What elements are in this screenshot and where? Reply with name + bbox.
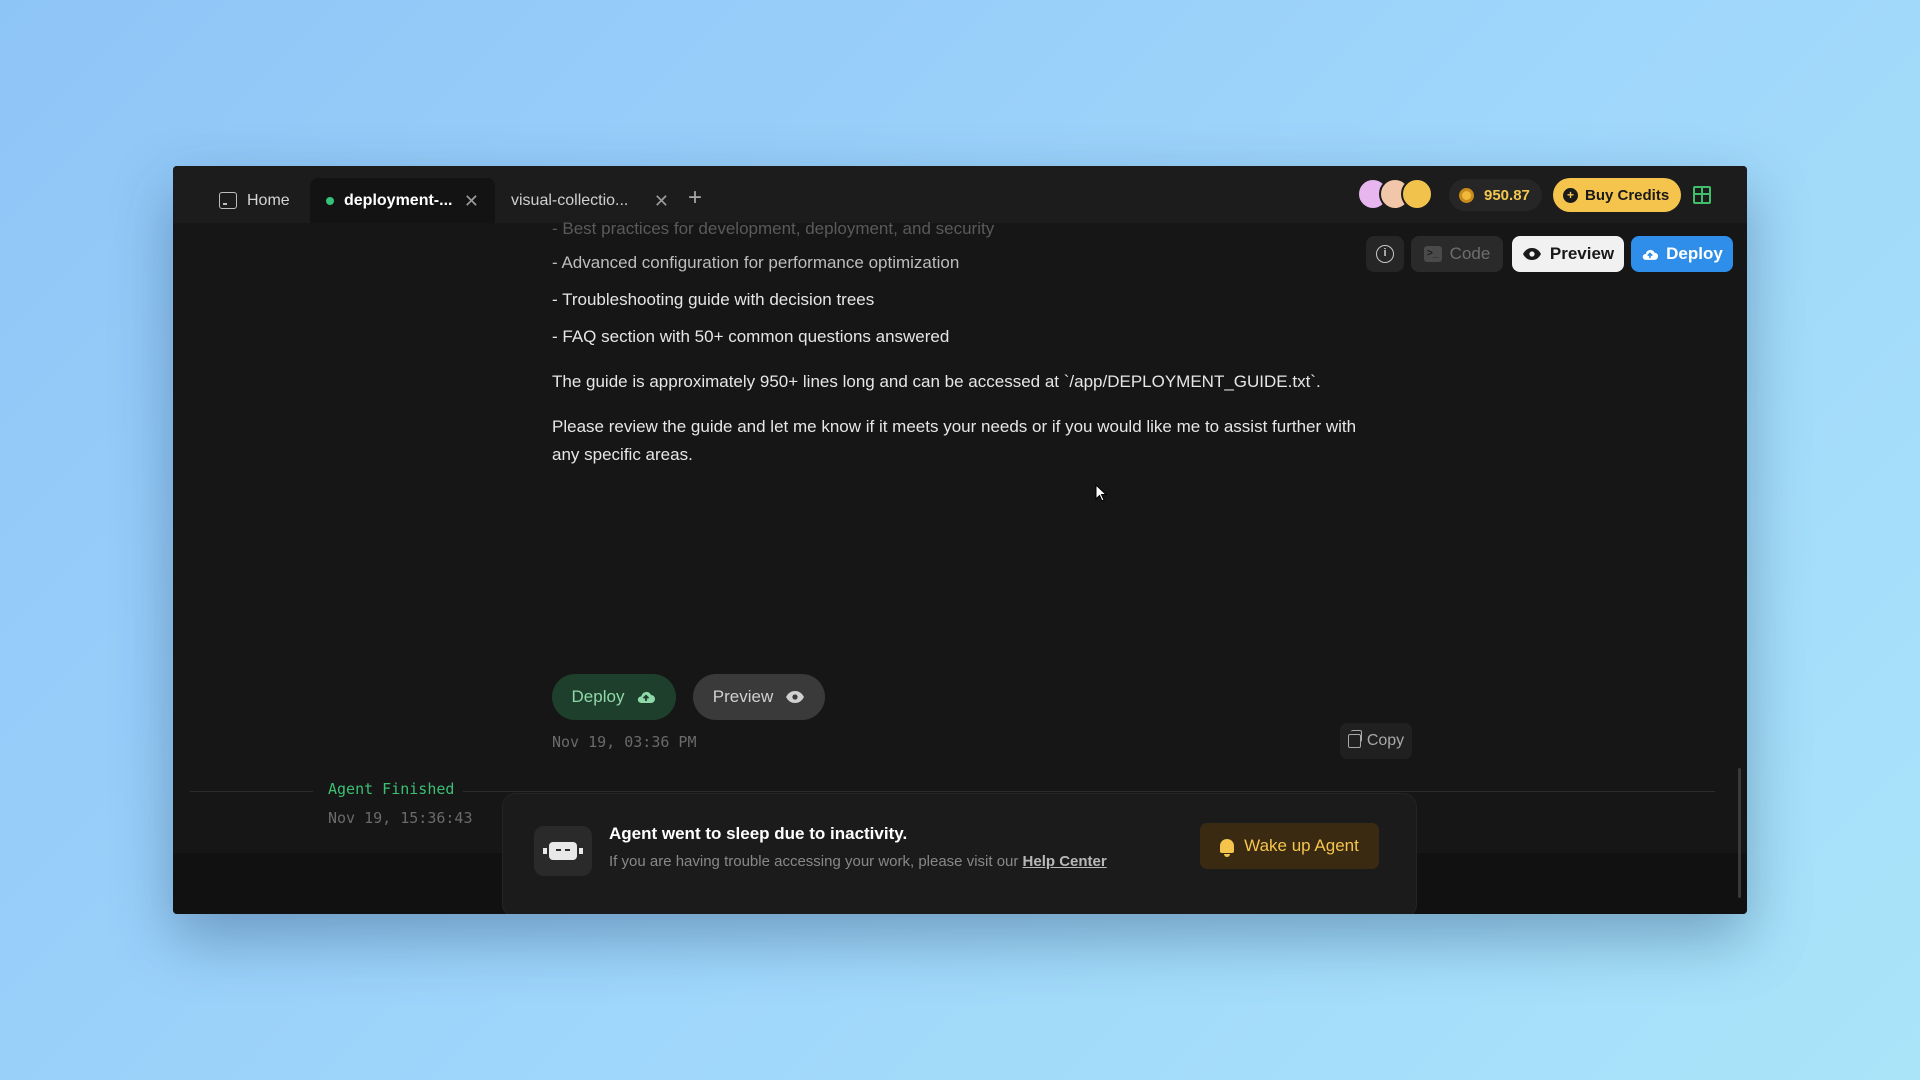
sleep-subtitle-text: If you are having trouble accessing your… [609, 853, 1019, 870]
message-paragraph: any specific areas. [552, 445, 693, 464]
tab-home[interactable]: Home [203, 178, 306, 223]
code-button[interactable]: >_ Code [1411, 236, 1503, 272]
coin-icon [1459, 187, 1474, 203]
terminal-icon: >_ [1423, 246, 1442, 262]
close-icon[interactable]: ✕ [464, 192, 479, 210]
app-window: Home deployment-... ✕ visual-collectio..… [173, 166, 1747, 914]
credits-balance[interactable]: 950.87 [1449, 179, 1542, 211]
message-bullet: - Troubleshooting guide with decision tr… [552, 290, 875, 309]
help-center-link[interactable]: Help Center [1023, 853, 1107, 870]
tab-home-label: Home [247, 191, 290, 209]
eye-icon [786, 691, 805, 703]
copy-button[interactable]: Copy [1340, 723, 1412, 759]
cloud-upload-icon [638, 691, 656, 703]
toolbar-deploy-label: Deploy [1666, 244, 1723, 263]
message-paragraph: The guide is approximately 950+ lines lo… [552, 372, 1321, 391]
copy-icon [1347, 730, 1362, 748]
sleep-banner: Agent went to sleep due to inactivity. I… [502, 793, 1417, 914]
scrollbar-thumb[interactable] [1738, 768, 1741, 898]
preview-button-label: Preview [712, 687, 774, 706]
cloud-upload-icon [1642, 249, 1659, 260]
message-paragraph: Please review the guide and let me know … [552, 417, 1357, 436]
close-icon[interactable]: ✕ [654, 192, 669, 210]
deploy-button[interactable]: Deploy [552, 674, 676, 720]
tab-deployment-label: deployment-... [344, 191, 453, 209]
avatar [1401, 178, 1433, 210]
info-button[interactable]: i [1366, 236, 1404, 272]
active-status-dot [326, 196, 334, 205]
copy-label: Copy [1366, 732, 1405, 749]
new-tab-button[interactable]: + [688, 186, 702, 210]
bell-icon [1220, 839, 1235, 857]
spreadsheet-icon[interactable] [1693, 186, 1711, 204]
toolbar-preview-button[interactable]: Preview [1512, 236, 1624, 272]
wake-up-agent-button[interactable]: Wake up Agent [1200, 823, 1379, 869]
home-icon [219, 192, 237, 209]
message-bullet: - Advanced configuration for performance… [552, 253, 960, 272]
eye-icon [1522, 248, 1541, 260]
message-timestamp: Nov 19, 03:36 PM [552, 733, 697, 751]
code-button-label: Code [1449, 244, 1491, 263]
mouse-cursor-icon [1095, 484, 1107, 502]
info-icon: i [1376, 245, 1394, 263]
message-bullet: - FAQ section with 50+ common questions … [552, 327, 950, 346]
deploy-button-label: Deploy [571, 687, 625, 706]
sleep-title: Agent went to sleep due to inactivity. [609, 824, 908, 843]
message-line-faded: - Best practices for development, deploy… [552, 219, 995, 238]
robot-icon [534, 826, 592, 876]
agent-status: Agent Finished [328, 780, 455, 798]
credits-value: 950.87 [1484, 186, 1530, 204]
tab-visual-collection-label: visual-collectio... [511, 191, 629, 209]
toolbar-deploy-button[interactable]: Deploy [1631, 236, 1733, 272]
collaborator-avatars[interactable] [1357, 178, 1441, 212]
wake-up-agent-label: Wake up Agent [1244, 836, 1359, 855]
toolbar-preview-label: Preview [1549, 244, 1615, 263]
sleep-subtitle: If you are having trouble accessing your… [609, 853, 1107, 870]
preview-button[interactable]: Preview [693, 674, 825, 720]
buy-credits-button[interactable]: + Buy Credits [1553, 178, 1682, 212]
agent-timestamp: Nov 19, 15:36:43 [328, 809, 473, 827]
buy-credits-label: Buy Credits [1585, 186, 1670, 204]
tab-deployment[interactable]: deployment-... ✕ [310, 178, 495, 223]
plus-circle-icon: + [1563, 187, 1578, 203]
